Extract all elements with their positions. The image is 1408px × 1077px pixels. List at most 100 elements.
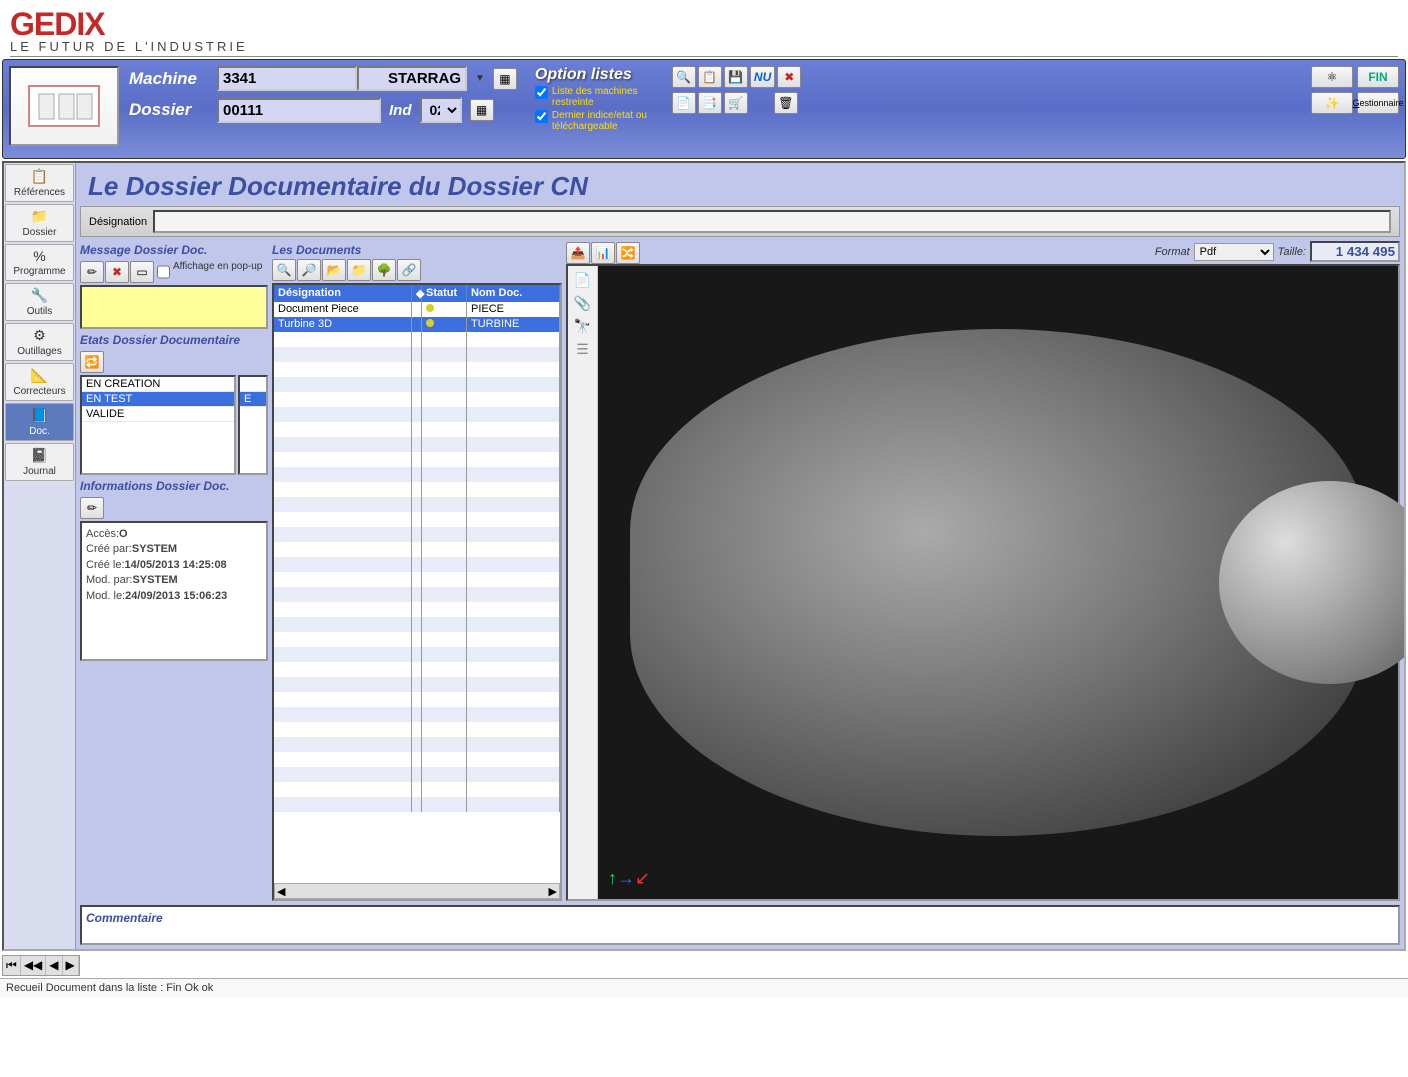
atom-icon[interactable]: ⚛ xyxy=(1311,66,1353,88)
sidebar-item-outillages[interactable]: ⚙Outillages xyxy=(5,323,74,361)
sidebar-item-correcteurs[interactable]: 📐Correcteurs xyxy=(5,363,74,401)
wand-icon[interactable]: ✨ xyxy=(1311,92,1353,114)
next-icon[interactable]: ▶ xyxy=(63,956,79,975)
doc-tree-icon[interactable]: 🌳 xyxy=(372,259,396,281)
machine-name-input[interactable] xyxy=(357,66,467,91)
state-row[interactable]: EN CREATION xyxy=(82,377,234,392)
dossier-number-input[interactable] xyxy=(217,98,381,123)
search-icon[interactable]: 🔍 xyxy=(672,66,696,88)
save-icon[interactable]: 💾 xyxy=(724,66,748,88)
table-row xyxy=(274,767,560,782)
play-controls: ⏮ ◀◀ ◀ ▶ xyxy=(2,955,80,976)
sidebar-item-journal[interactable]: 📓Journal xyxy=(5,443,74,481)
table-row[interactable]: Document PiecePIECE xyxy=(274,302,560,317)
doc-hscroll[interactable]: ◀▶ xyxy=(274,883,560,899)
state-row[interactable]: VALIDE xyxy=(82,407,234,422)
viewer-canvas[interactable]: ↑→↙ xyxy=(598,266,1398,899)
doc-open-icon[interactable]: 📂 xyxy=(322,259,346,281)
commentaire-box[interactable]: Commentaire xyxy=(80,905,1400,945)
clear-icon[interactable]: NU xyxy=(750,66,775,88)
delete2-icon[interactable]: ✖ xyxy=(105,261,129,283)
doc-search-icon[interactable]: 🔍 xyxy=(272,259,296,281)
doc-table-header: Désignation ◆ Statut Nom Doc. xyxy=(274,285,560,302)
dossier-lookup-button[interactable]: ▦ xyxy=(470,99,494,121)
doc-folder-icon[interactable]: 📁 xyxy=(347,259,371,281)
prev-icon[interactable]: ◀◀ xyxy=(21,956,46,975)
col-nom[interactable]: Nom Doc. xyxy=(467,285,560,302)
list-icon[interactable]: 📋 xyxy=(698,66,722,88)
documents-title: Les Documents xyxy=(272,241,562,259)
trash-icon[interactable]: 🗑 xyxy=(774,92,798,114)
info-label: Mod. par: xyxy=(86,574,132,586)
info-label: Créé le: xyxy=(86,559,125,571)
table-row xyxy=(274,572,560,587)
col-sort1[interactable]: ◆ xyxy=(412,285,422,302)
fin-button[interactable]: FIN xyxy=(1357,66,1399,88)
clip-icon[interactable]: 📎 xyxy=(572,295,593,312)
table-row xyxy=(274,617,560,632)
info-edit-icon[interactable]: ✏ xyxy=(80,497,104,519)
table-row xyxy=(274,692,560,707)
sidebar-item-dossier[interactable]: 📁Dossier xyxy=(5,204,74,242)
doc-link-icon[interactable]: 🔗 xyxy=(397,259,421,281)
logo-name: GEDIX xyxy=(10,6,1398,43)
doc-table-body[interactable]: Document PiecePIECETurbine 3DTURBINE xyxy=(274,302,560,883)
copy-icon[interactable]: 📄 xyxy=(672,92,696,114)
col-designation[interactable]: Désignation xyxy=(274,285,412,302)
table-row xyxy=(274,392,560,407)
state-code-list: E xyxy=(238,375,268,475)
edit-icon[interactable]: ✏ xyxy=(80,261,104,283)
state-row[interactable]: EN TEST xyxy=(82,392,234,407)
tab-icon: 📘 xyxy=(8,407,71,424)
cart-icon[interactable]: 🛒 xyxy=(724,92,748,114)
turbine-3d-render xyxy=(630,329,1366,835)
viewer-column: 📤 📊 🔀 Format Pdf Taille: 📄 📎 xyxy=(566,241,1400,901)
message-textarea[interactable] xyxy=(80,285,268,329)
table-row xyxy=(274,602,560,617)
multi-icon[interactable]: 📑 xyxy=(698,92,722,114)
check1-label: Liste des machines restreinte xyxy=(552,86,662,108)
popup-checkbox[interactable] xyxy=(157,261,170,283)
designation-input[interactable] xyxy=(153,210,1391,233)
check-machines-restr[interactable] xyxy=(535,86,548,99)
taille-label: Taille: xyxy=(1278,246,1306,258)
viewer-action2-icon[interactable]: 📊 xyxy=(591,242,615,264)
sidebar-item-doc-[interactable]: 📘Doc. xyxy=(5,403,74,441)
blank-icon[interactable]: ▭ xyxy=(130,261,154,283)
cell-designation: Document Piece xyxy=(274,302,412,317)
viewer-action3-icon[interactable]: 🔀 xyxy=(616,242,640,264)
table-row xyxy=(274,377,560,392)
state-short: E xyxy=(240,392,266,407)
gestionnaire-button[interactable]: Gestionnaire xyxy=(1357,92,1399,114)
refresh-etat-icon[interactable]: 🔁 xyxy=(80,351,104,373)
pages-icon[interactable]: 📄 xyxy=(572,272,593,289)
documents-column: Les Documents 🔍 🔎 📂 📁 🌳 🔗 Désignation ◆ … xyxy=(272,241,562,901)
table-row xyxy=(274,662,560,677)
play-icon[interactable]: ◀ xyxy=(46,956,62,975)
format-select[interactable]: Pdf xyxy=(1194,243,1274,261)
info-title: Informations Dossier Doc. xyxy=(80,477,268,495)
sidebar-item-r-f-rences[interactable]: 📋Références xyxy=(5,164,74,202)
delete-icon[interactable]: ✖ xyxy=(777,66,801,88)
col-statut[interactable]: Statut xyxy=(422,285,467,302)
first-icon[interactable]: ⏮ xyxy=(3,956,21,975)
binoculars-icon[interactable]: 🔭 xyxy=(572,318,593,335)
info-value: 14/05/2013 14:25:08 xyxy=(125,559,227,571)
table-row xyxy=(274,782,560,797)
viewer-action1-icon[interactable]: 📤 xyxy=(566,242,590,264)
tab-icon: 📁 xyxy=(8,208,71,225)
machine-number-input[interactable] xyxy=(217,66,357,91)
doc-table: Désignation ◆ Statut Nom Doc. Document P… xyxy=(272,283,562,901)
ind-select[interactable]: 02 xyxy=(420,97,462,123)
axes-indicator: ↑→↙ xyxy=(608,868,650,889)
sidebar-item-programme[interactable]: %Programme xyxy=(5,244,74,281)
check-dernier-indice[interactable] xyxy=(535,110,548,123)
logo-area: GEDIX LE FUTUR DE L'INDUSTRIE xyxy=(0,0,1408,57)
doc-zoom-icon[interactable]: 🔎 xyxy=(297,259,321,281)
state-list[interactable]: EN CREATIONEN TESTVALIDE xyxy=(80,375,236,475)
sidebar-item-outils[interactable]: 🔧Outils xyxy=(5,283,74,321)
table-row[interactable]: Turbine 3DTURBINE xyxy=(274,317,560,332)
layers-icon[interactable]: ☰ xyxy=(572,341,593,358)
machine-label: Machine xyxy=(129,69,209,89)
machine-lookup-button[interactable]: ▦ xyxy=(493,68,517,90)
